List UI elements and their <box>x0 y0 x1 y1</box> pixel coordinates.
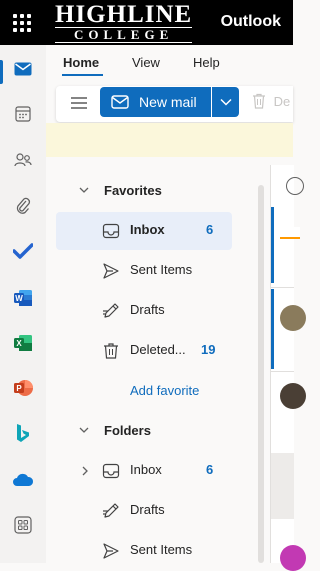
todo-icon <box>13 243 33 259</box>
rail-word[interactable]: W <box>0 281 46 315</box>
top-header: HIGHLINE COLLEGE Outlook <box>0 0 293 45</box>
rail-files[interactable] <box>0 189 46 223</box>
sender-avatar <box>280 227 300 239</box>
highline-college-logo[interactable]: HIGHLINE COLLEGE <box>55 1 193 43</box>
folders-header[interactable]: Folders <box>104 423 151 438</box>
calendar-icon <box>15 106 31 122</box>
add-favorite-link[interactable]: Add favorite <box>130 383 199 398</box>
svg-text:P: P <box>16 384 22 393</box>
tab-help[interactable]: Help <box>193 55 220 70</box>
sender-avatar <box>280 305 306 331</box>
chevron-down-icon[interactable] <box>79 425 89 435</box>
drafts-icon <box>103 503 119 518</box>
svg-text:W: W <box>15 294 23 303</box>
app-launcher-icon[interactable] <box>11 12 33 34</box>
tab-view[interactable]: View <box>132 55 160 70</box>
bing-icon <box>17 424 29 442</box>
drafts-icon <box>103 303 119 318</box>
new-mail-label: New mail <box>139 94 197 110</box>
selected-tab-underline <box>62 74 103 76</box>
logo-line-1: HIGHLINE <box>55 1 193 28</box>
rail-calendar[interactable] <box>0 97 46 131</box>
message-divider <box>271 287 294 288</box>
onedrive-icon <box>13 473 34 486</box>
unread-count: 6 <box>206 222 214 237</box>
inbox-icon <box>102 463 120 479</box>
trash-icon <box>253 93 265 109</box>
excel-icon: X <box>14 335 32 351</box>
folder-label: Inbox <box>130 462 162 477</box>
favorite-item-drafts[interactable]: Drafts <box>56 292 270 330</box>
folder-label: Sent Items <box>130 542 193 557</box>
folder-label: Inbox <box>130 222 165 237</box>
folder-item-drafts[interactable]: Drafts <box>56 492 270 530</box>
logo-line-2: COLLEGE <box>55 27 193 43</box>
delete-label: De <box>273 94 291 109</box>
folder-label: Deleted... <box>130 342 186 357</box>
rail-mail[interactable] <box>0 52 46 86</box>
people-icon <box>14 153 32 167</box>
new-mail-button[interactable]: New mail <box>100 87 211 117</box>
unread-count: 19 <box>201 342 216 357</box>
mail-icon <box>14 62 32 76</box>
select-all-icon[interactable] <box>286 177 304 195</box>
folder-pane-scrollbar[interactable] <box>258 185 264 563</box>
svg-text:X: X <box>16 339 22 348</box>
folder-label: Drafts <box>130 502 165 517</box>
more-apps-icon <box>14 516 32 534</box>
unread-indicator <box>271 289 274 369</box>
favorite-item-sent[interactable]: Sent Items <box>56 252 270 290</box>
folder-label: Drafts <box>130 302 165 317</box>
word-icon: W <box>14 290 32 306</box>
chevron-down-icon[interactable] <box>79 185 89 195</box>
favorites-header[interactable]: Favorites <box>104 183 162 198</box>
message-divider <box>271 371 294 372</box>
sender-avatar <box>280 383 306 409</box>
delete-button[interactable]: De <box>252 93 290 109</box>
chevron-down-icon <box>220 98 232 106</box>
unread-indicator <box>271 207 274 283</box>
rail-more-apps[interactable] <box>0 508 46 542</box>
attachment-icon <box>16 197 30 214</box>
chevron-right-icon[interactable] <box>80 466 90 476</box>
rail-onedrive[interactable] <box>0 463 46 497</box>
new-mail-icon <box>111 95 129 109</box>
message-list <box>270 165 306 571</box>
favorite-item-deleted[interactable]: Deleted... 19 <box>56 332 270 370</box>
powerpoint-icon: P <box>14 380 33 396</box>
hamburger-menu-icon[interactable] <box>70 96 88 110</box>
rail-people[interactable] <box>0 143 46 177</box>
folder-item-sent[interactable]: Sent Items <box>56 532 270 570</box>
message-group-header <box>271 453 294 519</box>
trash-icon <box>104 343 118 359</box>
rail-selected-indicator <box>0 60 3 84</box>
folder-item-inbox[interactable]: Inbox 6 <box>56 452 270 490</box>
notification-banner <box>46 123 293 157</box>
folder-label: Sent Items <box>130 262 193 277</box>
app-name[interactable]: Outlook <box>221 13 281 31</box>
tab-home[interactable]: Home <box>63 55 99 70</box>
app-rail: W X P <box>0 45 46 563</box>
inbox-icon <box>102 223 120 239</box>
rail-excel[interactable]: X <box>0 326 46 360</box>
sent-icon <box>103 263 119 279</box>
command-bar: New mail De <box>56 86 293 122</box>
sent-icon <box>103 543 119 559</box>
unread-count: 6 <box>206 462 214 477</box>
rail-powerpoint[interactable]: P <box>0 371 46 405</box>
new-mail-dropdown[interactable] <box>212 87 239 117</box>
rail-todo[interactable] <box>0 234 46 268</box>
favorite-item-inbox[interactable]: Inbox 6 <box>56 212 232 250</box>
rail-bing[interactable] <box>0 416 46 450</box>
sender-avatar <box>280 545 306 571</box>
